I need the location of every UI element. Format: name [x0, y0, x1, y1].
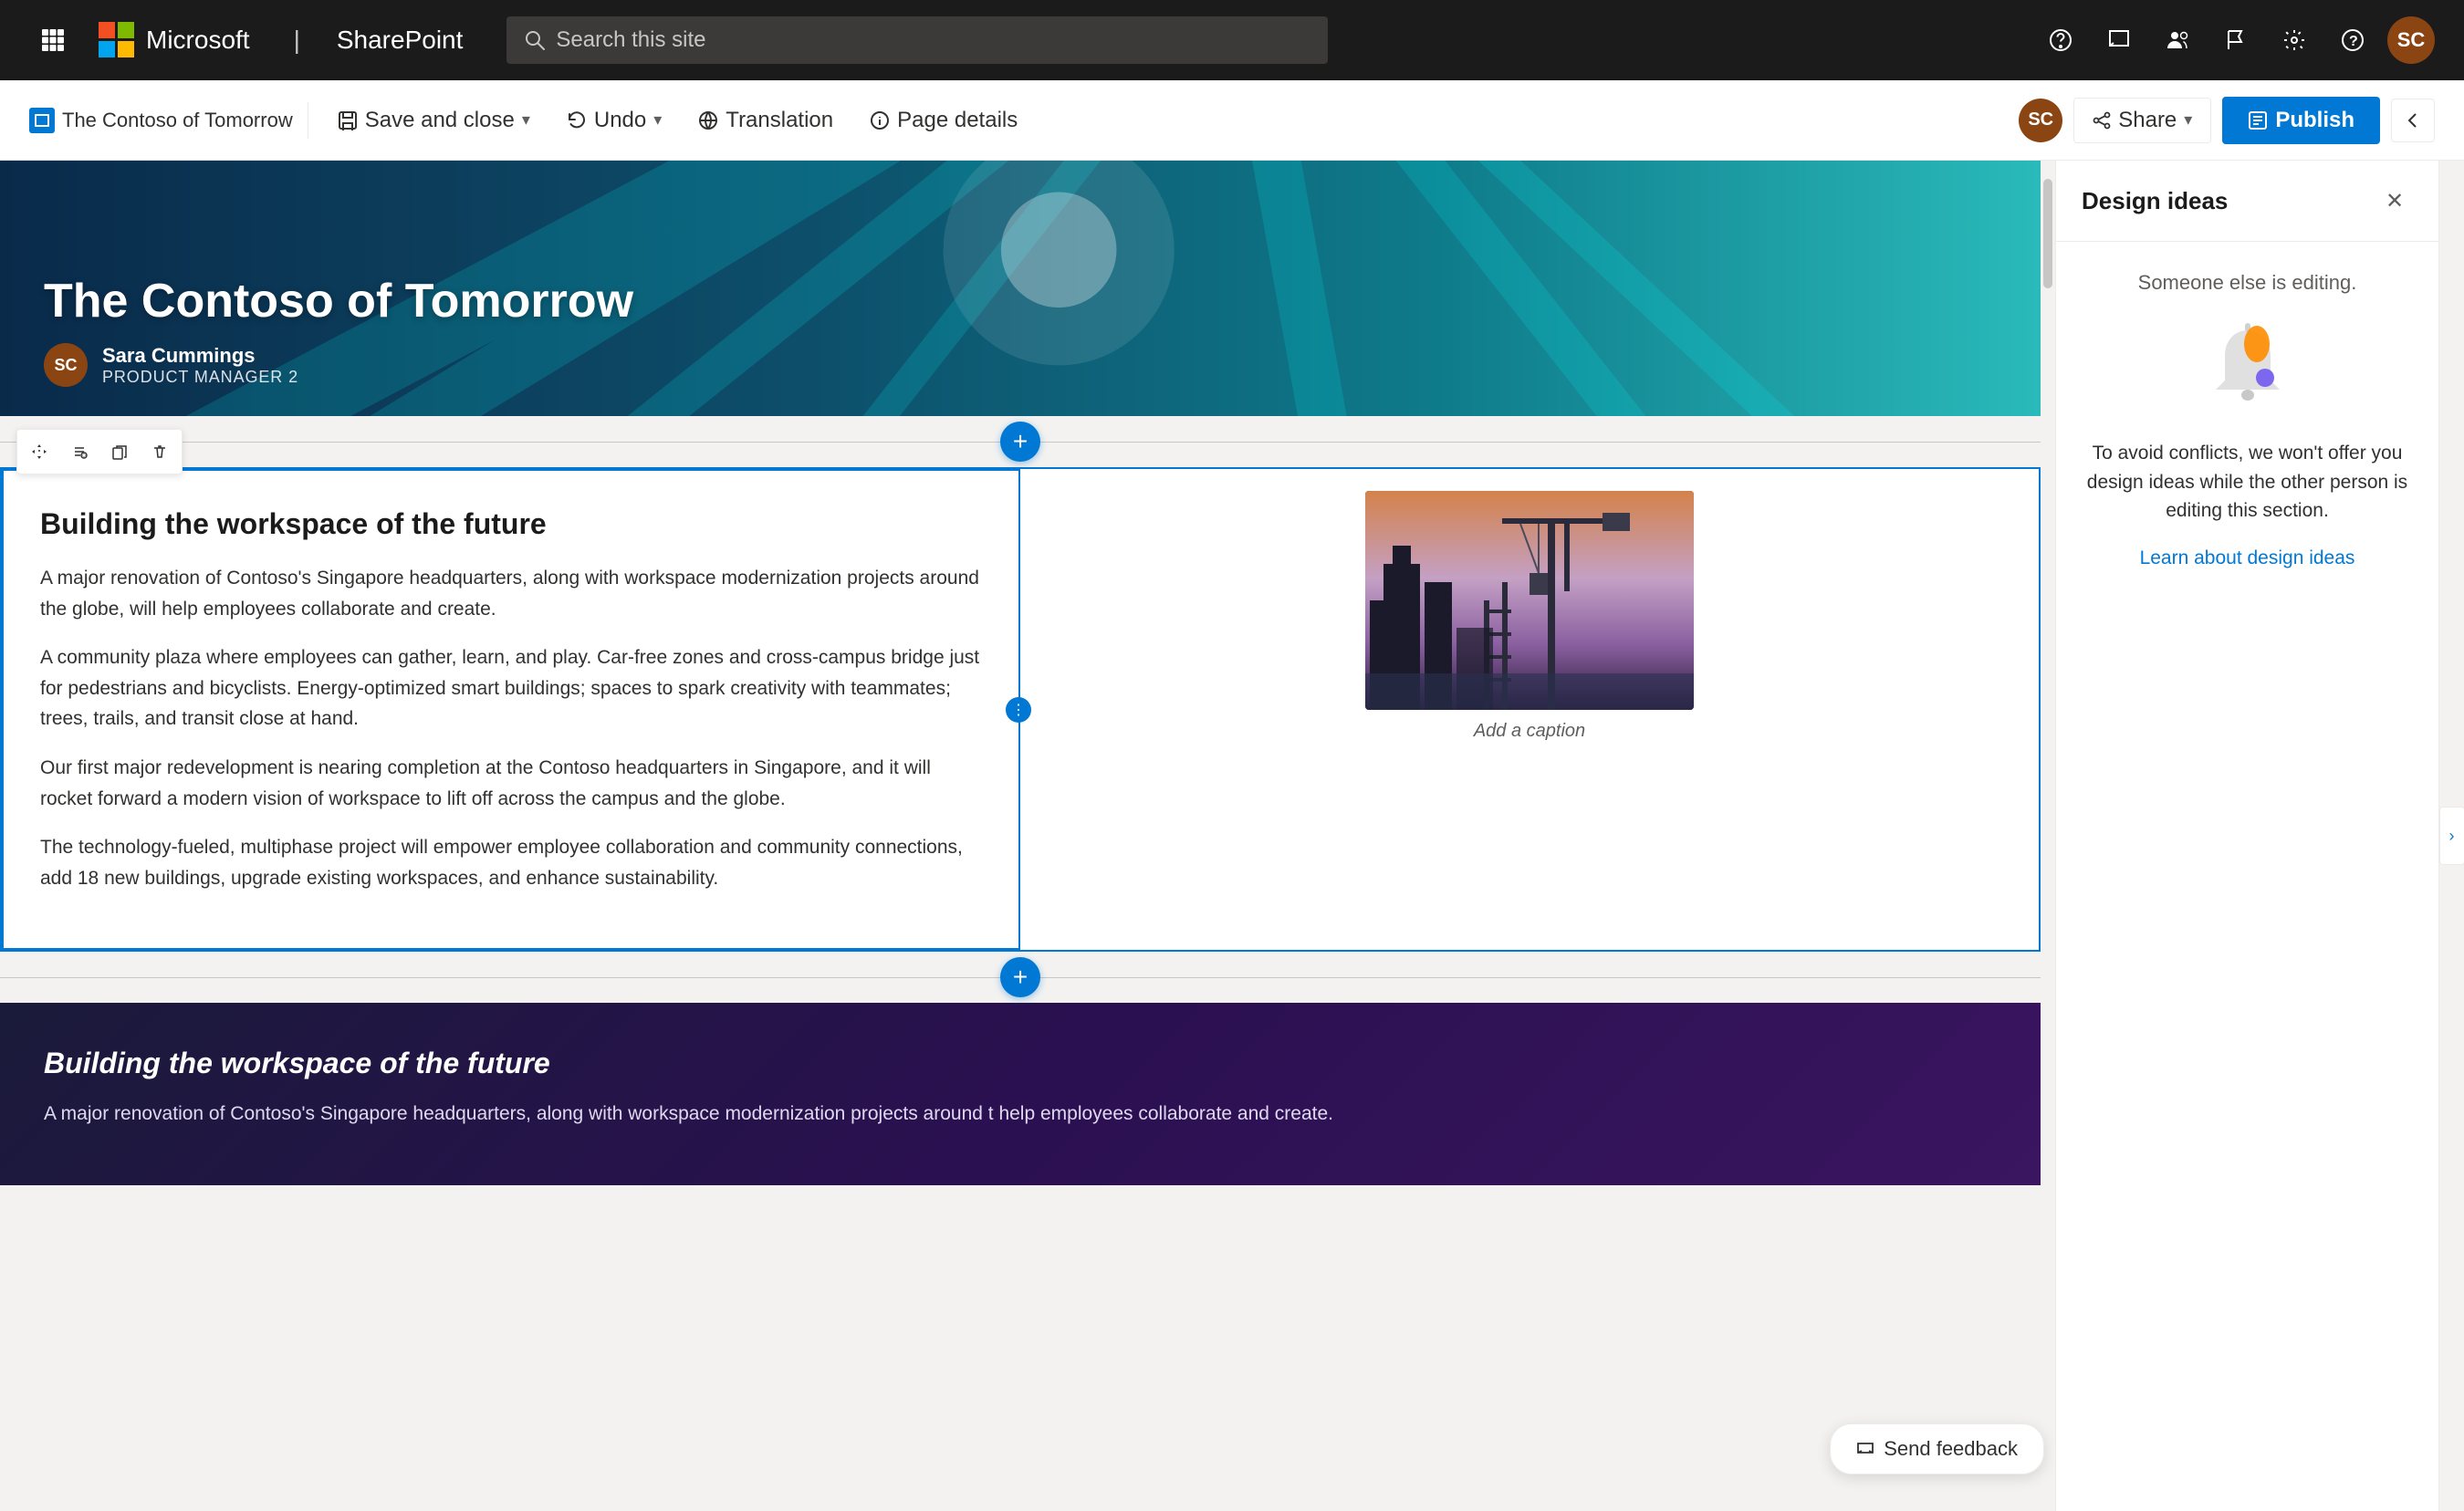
page-icon: [29, 108, 55, 133]
add-section-bottom[interactable]: +: [0, 952, 2041, 1003]
dark-section-paragraph: A major renovation of Contoso's Singapor…: [44, 1099, 1997, 1130]
someone-editing-text: Someone else is editing.: [2138, 271, 2357, 295]
image-column[interactable]: Add a caption: [1020, 469, 2039, 950]
save-dropdown-arrow[interactable]: ▾: [522, 110, 530, 130]
send-feedback-button[interactable]: Send feedback: [1830, 1423, 2044, 1475]
undo-button[interactable]: Undo ▾: [552, 99, 676, 142]
learn-design-ideas-link[interactable]: Learn about design ideas: [2140, 547, 2355, 569]
add-section-top[interactable]: +: [0, 416, 2041, 467]
edit-section-settings-button[interactable]: [61, 433, 98, 470]
add-section-btn-top[interactable]: +: [1000, 422, 1040, 462]
paragraph-2[interactable]: A community plaza where employees can ga…: [40, 642, 982, 735]
hero-author: SC Sara Cummings PRODUCT MANAGER 2: [44, 343, 1997, 387]
section-heading[interactable]: Building the workspace of the future: [40, 507, 982, 541]
save-close-button[interactable]: Save and close ▾: [323, 99, 545, 142]
conflict-message: To avoid conflicts, we won't offer you d…: [2082, 439, 2413, 526]
design-panel-title: Design ideas: [2082, 187, 2228, 215]
paragraph-1[interactable]: A major renovation of Contoso's Singapor…: [40, 563, 982, 624]
svg-text:?: ?: [2349, 34, 2358, 49]
scrollbar-thumb[interactable]: [2043, 179, 2052, 288]
dark-section-heading: Building the workspace of the future: [44, 1047, 1997, 1080]
question-icon[interactable]: ?: [2329, 16, 2376, 64]
editor-avatar: SC: [2019, 99, 2062, 142]
collapse-button[interactable]: [2391, 99, 2435, 142]
paragraph-4[interactable]: The technology-fueled, multiphase projec…: [40, 832, 982, 893]
translation-button[interactable]: Translation: [684, 99, 848, 142]
editor-toolbar: The Contoso of Tomorrow Save and close ▾…: [0, 80, 2464, 161]
delete-section-button[interactable]: [141, 433, 178, 470]
design-panel-content: Someone else is editing. To avoid confli…: [2056, 242, 2438, 599]
dark-section-preview: Building the workspace of the future A m…: [0, 1003, 2041, 1185]
author-info: Sara Cummings PRODUCT MANAGER 2: [102, 344, 298, 387]
notification-bell-icon: [2202, 317, 2293, 417]
page-details-button[interactable]: Page details: [855, 99, 1032, 142]
collapse-right-btn[interactable]: ›: [2439, 807, 2464, 865]
search-input[interactable]: [556, 27, 1310, 53]
page-content[interactable]: The Contoso of Tomorrow SC Sara Cummings…: [0, 161, 2041, 1511]
user-avatar[interactable]: SC: [2387, 16, 2435, 64]
nav-icon-group: ? SC: [2037, 16, 2435, 64]
hero-title: The Contoso of Tomorrow: [44, 274, 1997, 328]
publish-button[interactable]: Publish: [2222, 97, 2380, 144]
microsoft-label: Microsoft: [146, 26, 250, 55]
design-panel-header: Design ideas ✕: [2056, 161, 2438, 242]
two-column-layout: ⋮ Building the workspace of the future A…: [2, 469, 2039, 950]
page-scrollbar[interactable]: [2041, 161, 2055, 1511]
page-tab-label: The Contoso of Tomorrow: [62, 109, 293, 132]
share-button[interactable]: Share ▾: [2073, 98, 2211, 143]
content-section: ⋮ Building the workspace of the future A…: [0, 467, 2041, 952]
undo-dropdown-arrow[interactable]: ▾: [653, 110, 662, 130]
image-caption[interactable]: Add a caption: [1474, 721, 1585, 742]
author-name: Sara Cummings: [102, 344, 298, 368]
paragraph-3[interactable]: Our first major redevelopment is nearing…: [40, 753, 982, 814]
toolbar-right-group: SC Share ▾ Publish: [2019, 97, 2435, 144]
help-icon[interactable]: [2037, 16, 2084, 64]
design-ideas-panel: Design ideas ✕ Someone else is editing.: [2055, 161, 2438, 1511]
search-box[interactable]: [506, 16, 1328, 64]
waffle-menu-icon[interactable]: [29, 16, 77, 64]
sharepoint-label: SharePoint: [337, 26, 464, 55]
duplicate-button[interactable]: [101, 433, 138, 470]
share-dropdown-arrow[interactable]: ▾: [2184, 110, 2192, 130]
side-collapse-panel[interactable]: ›: [2438, 161, 2464, 1511]
section-toolbar: [16, 429, 183, 474]
settings-icon[interactable]: [2271, 16, 2318, 64]
hero-section: The Contoso of Tomorrow SC Sara Cummings…: [0, 161, 2041, 416]
page-tab[interactable]: The Contoso of Tomorrow: [29, 108, 293, 133]
add-section-btn-bottom[interactable]: +: [1000, 957, 1040, 997]
author-role: PRODUCT MANAGER 2: [102, 368, 298, 387]
move-button[interactable]: [21, 433, 57, 470]
flag-icon[interactable]: [2212, 16, 2260, 64]
people-icon[interactable]: [2154, 16, 2201, 64]
column-drag-handle[interactable]: ⋮: [1006, 697, 1031, 723]
top-navigation: Microsoft | SharePoint: [0, 0, 2464, 80]
text-column[interactable]: ⋮ Building the workspace of the future A…: [2, 469, 1020, 950]
close-design-panel-button[interactable]: ✕: [2376, 182, 2413, 219]
author-avatar: SC: [44, 343, 88, 387]
comment-icon[interactable]: [2095, 16, 2143, 64]
main-container: The Contoso of Tomorrow SC Sara Cummings…: [0, 161, 2464, 1511]
microsoft-logo[interactable]: Microsoft: [99, 22, 250, 58]
send-feedback-label: Send feedback: [1884, 1437, 2018, 1461]
construction-image: [1365, 491, 1694, 710]
